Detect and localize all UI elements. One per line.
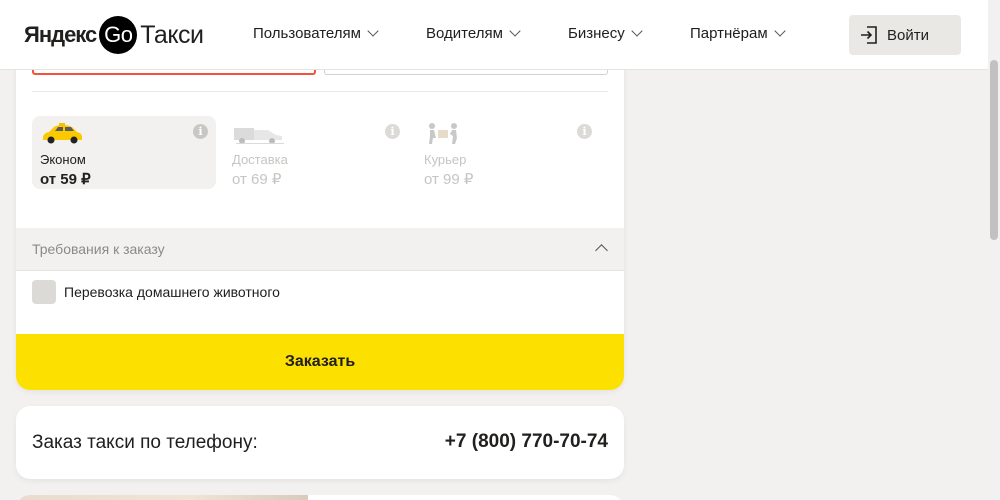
- nav-users[interactable]: Пользователям: [253, 25, 379, 42]
- promo-image: [16, 495, 308, 500]
- chevron-up-icon: [595, 244, 608, 257]
- logo-brand: Яндекс: [24, 22, 97, 47]
- chevron-down-icon: [631, 25, 643, 37]
- pet-transport-label: Перевозка домашнего животного: [64, 284, 280, 300]
- phone-number-link[interactable]: +7 (800) 770-70-74: [445, 431, 608, 453]
- login-icon: [861, 26, 877, 44]
- nav-partners-label: Партнёрам: [690, 25, 768, 42]
- login-label: Войти: [887, 26, 929, 44]
- logo-service-name: Такси: [140, 20, 204, 49]
- economy-car-icon: [43, 123, 82, 144]
- order-button[interactable]: Заказать: [16, 334, 624, 390]
- nav-users-label: Пользователям: [253, 25, 361, 42]
- info-icon[interactable]: i: [193, 124, 208, 139]
- tariff-economy[interactable]: Эконом от 59 ₽ i: [32, 116, 216, 189]
- phone-order-card: Заказ такси по телефону: +7 (800) 770-70…: [16, 406, 624, 479]
- divider: [32, 91, 608, 92]
- tariff-name: Эконом: [40, 152, 86, 167]
- phone-order-label: Заказ такси по телефону:: [32, 432, 258, 453]
- nav-drivers-label: Водителям: [426, 25, 503, 42]
- page-scrollbar[interactable]: [988, 0, 1000, 500]
- chevron-down-icon: [773, 25, 786, 37]
- tariff-price: от 59 ₽: [40, 171, 91, 188]
- chevron-down-icon: [509, 25, 521, 37]
- site-header: Яндекс Go Такси Пользователям Водителям …: [0, 0, 988, 70]
- tariff-delivery[interactable]: Доставка от 69 ₽ i: [224, 116, 408, 189]
- login-button[interactable]: Войти: [849, 15, 961, 55]
- yandex-go-taxi-logo[interactable]: Яндекс Go Такси: [24, 16, 204, 54]
- info-icon[interactable]: i: [385, 124, 400, 139]
- promo-card: [16, 495, 624, 500]
- courier-icon: [429, 123, 457, 144]
- info-icon[interactable]: i: [577, 124, 592, 139]
- tariff-courier[interactable]: Курьер от 99 ₽ i: [416, 116, 600, 189]
- pet-transport-checkbox[interactable]: [32, 280, 56, 304]
- nav-partners[interactable]: Партнёрам: [690, 25, 786, 42]
- requirements-toggle[interactable]: Требования к заказу: [16, 228, 624, 271]
- chevron-down-icon: [367, 25, 379, 37]
- order-form-card: Эконом от 59 ₽ i Доставка от 69 ₽ i Курь…: [16, 30, 624, 390]
- nav-business-label: Бизнесу: [568, 25, 625, 42]
- nav-drivers[interactable]: Водителям: [426, 25, 521, 42]
- logo-go-badge: Go: [99, 16, 138, 54]
- tariff-price: от 99 ₽: [424, 171, 474, 188]
- delivery-van-icon: [234, 128, 284, 144]
- tariff-name: Курьер: [424, 152, 467, 167]
- tariff-price: от 69 ₽: [232, 171, 282, 188]
- tariff-name: Доставка: [232, 152, 288, 167]
- nav-business[interactable]: Бизнесу: [568, 25, 643, 42]
- pet-transport-option[interactable]: Перевозка домашнего животного: [32, 280, 280, 304]
- scrollbar-thumb[interactable]: [990, 60, 998, 240]
- requirements-title: Требования к заказу: [32, 241, 165, 257]
